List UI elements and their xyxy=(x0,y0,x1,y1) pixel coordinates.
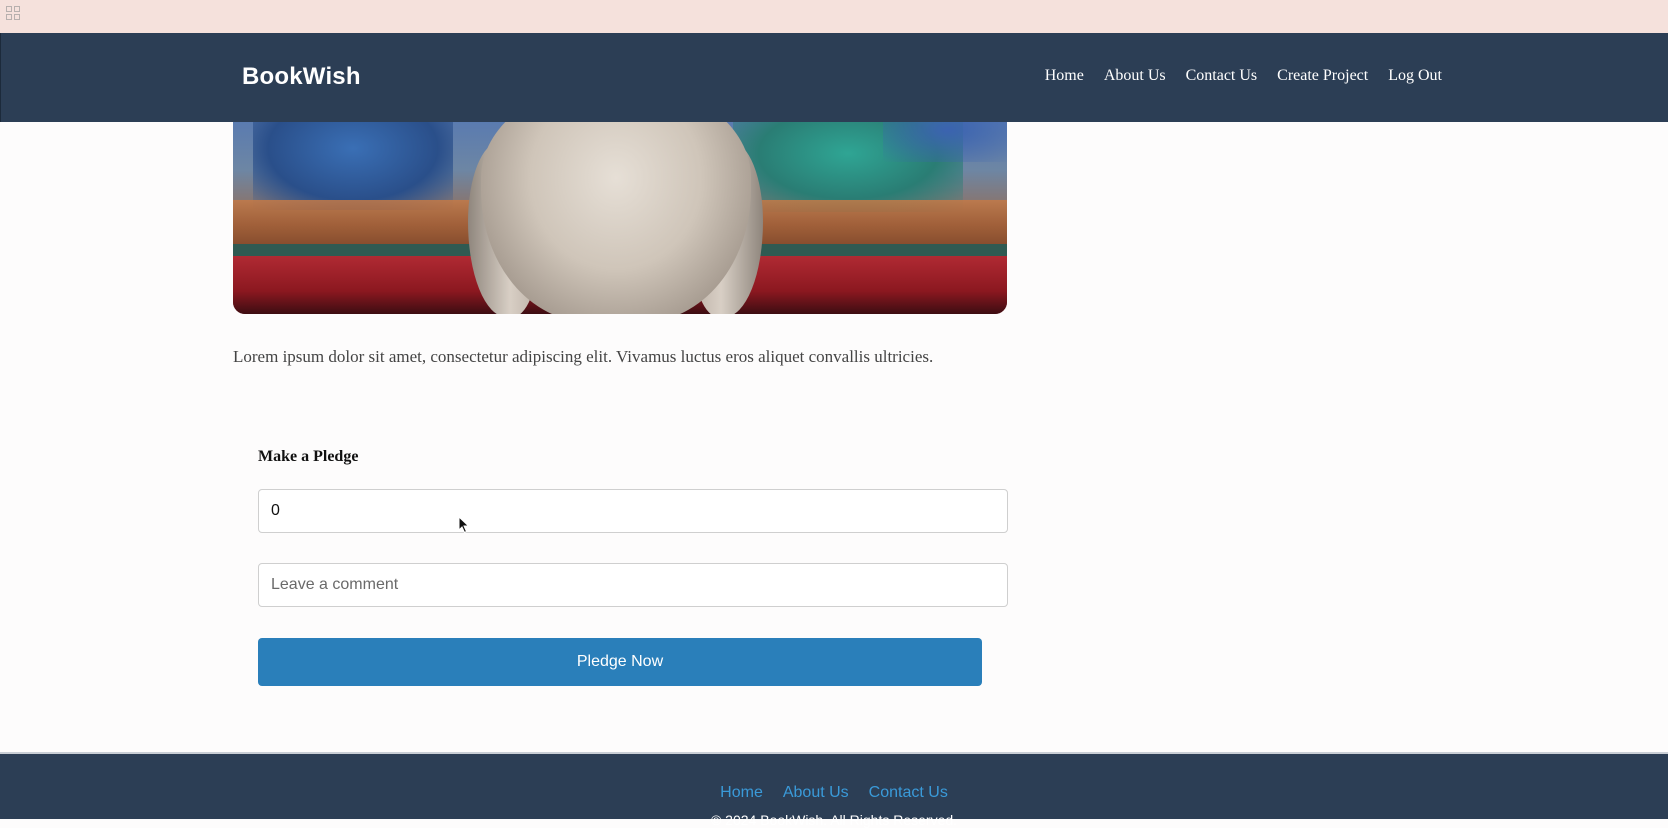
nav-contact-link[interactable]: Contact Us xyxy=(1186,66,1258,86)
footer-about-link[interactable]: About Us xyxy=(783,783,849,803)
footer: Home About Us Contact Us © 2024 BookWish… xyxy=(0,752,1668,828)
footer-links: Home About Us Contact Us xyxy=(0,783,1668,803)
brand-logo[interactable]: BookWish xyxy=(242,63,361,91)
browser-top-strip xyxy=(0,0,1668,33)
project-hero-image xyxy=(233,122,1007,314)
copyright-text: © 2024 BookWish. All Rights Reserved. xyxy=(710,812,958,828)
nav-create-project-link[interactable]: Create Project xyxy=(1277,66,1368,86)
footer-home-link[interactable]: Home xyxy=(720,783,763,803)
nav-about-link[interactable]: About Us xyxy=(1104,66,1166,86)
pledge-title: Make a Pledge xyxy=(258,448,359,465)
footer-contact-link[interactable]: Contact Us xyxy=(869,783,948,803)
pledge-amount-input[interactable] xyxy=(258,489,1008,533)
nav-logout-link[interactable]: Log Out xyxy=(1388,66,1442,86)
grid-icon[interactable] xyxy=(6,6,20,20)
comment-input[interactable] xyxy=(258,563,1008,607)
pledge-now-button[interactable]: Pledge Now xyxy=(258,638,982,686)
nav-links: Home About Us Contact Us Create Project … xyxy=(1025,66,1442,86)
nav-home-link[interactable]: Home xyxy=(1045,66,1084,86)
project-description: Lorem ipsum dolor sit amet, consectetur … xyxy=(233,347,934,366)
mouse-cursor-icon xyxy=(458,516,470,534)
navbar: BookWish Home About Us Contact Us Create… xyxy=(0,33,1668,122)
